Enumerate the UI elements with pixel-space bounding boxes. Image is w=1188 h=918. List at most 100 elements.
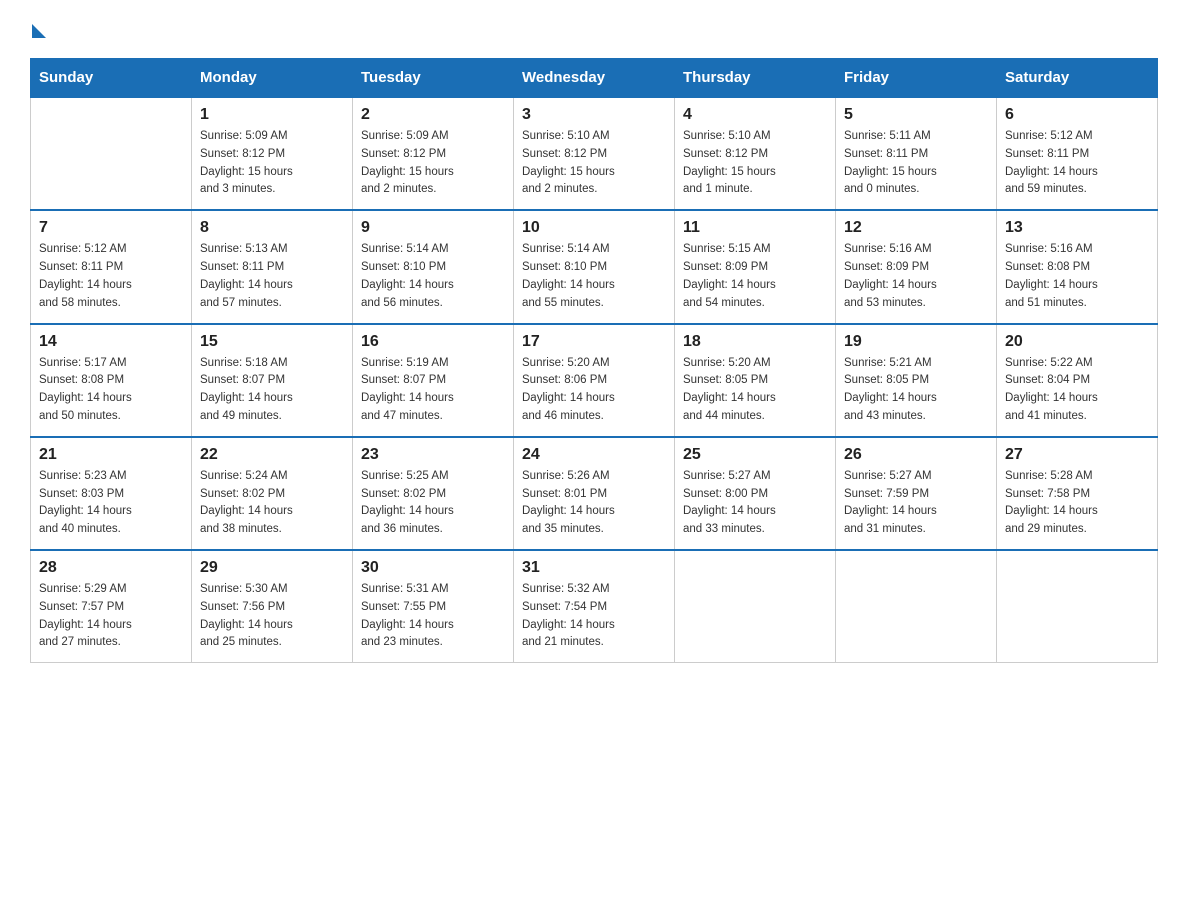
day-detail: Sunrise: 5:27 AM Sunset: 8:00 PM Dayligh…: [683, 468, 827, 539]
day-number: 12: [844, 219, 988, 237]
day-detail: Sunrise: 5:24 AM Sunset: 8:02 PM Dayligh…: [200, 468, 344, 539]
day-detail: Sunrise: 5:27 AM Sunset: 7:59 PM Dayligh…: [844, 468, 988, 539]
day-number: 11: [683, 219, 827, 237]
calendar-cell: 22 Sunrise: 5:24 AM Sunset: 8:02 PM Dayli…: [192, 437, 353, 550]
calendar-cell: 19 Sunrise: 5:21 AM Sunset: 8:05 PM Dayli…: [836, 324, 997, 437]
calendar-cell: 14 Sunrise: 5:17 AM Sunset: 8:08 PM Dayli…: [31, 324, 192, 437]
calendar-week-row: 28Sunrise: 5:29 AM Sunset: 7:57 PM Dayli…: [31, 550, 1158, 663]
day-detail: Sunrise: 5:28 AM Sunset: 7:58 PM Dayligh…: [1005, 468, 1149, 539]
calendar-cell: 29 Sunrise: 5:30 AM Sunset: 7:56 PM Dayli…: [192, 550, 353, 663]
day-number: 8: [200, 219, 344, 237]
day-number: 13: [1005, 219, 1149, 237]
calendar-cell: 2Sunrise: 5:09 AM Sunset: 8:12 PM Daylig…: [353, 97, 514, 210]
calendar-cell: 18 Sunrise: 5:20 AM Sunset: 8:05 PM Dayli…: [675, 324, 836, 437]
calendar-week-row: 7 Sunrise: 5:12 AM Sunset: 8:11 PM Daylig…: [31, 210, 1158, 323]
calendar-cell: [997, 550, 1158, 663]
calendar-cell: 30 Sunrise: 5:31 AM Sunset: 7:55 PM Dayli…: [353, 550, 514, 663]
calendar-cell: 3 Sunrise: 5:10 AM Sunset: 8:12 PM Daylig…: [514, 97, 675, 210]
calendar-cell: 10Sunrise: 5:14 AM Sunset: 8:10 PM Dayli…: [514, 210, 675, 323]
header-wednesday: Wednesday: [514, 59, 675, 98]
day-detail: Sunrise: 5:21 AM Sunset: 8:05 PM Dayligh…: [844, 355, 988, 426]
header-tuesday: Tuesday: [353, 59, 514, 98]
calendar-cell: 28Sunrise: 5:29 AM Sunset: 7:57 PM Dayli…: [31, 550, 192, 663]
calendar-cell: 6 Sunrise: 5:12 AM Sunset: 8:11 PM Daylig…: [997, 97, 1158, 210]
day-number: 19: [844, 333, 988, 351]
day-number: 31: [522, 559, 666, 577]
day-detail: Sunrise: 5:13 AM Sunset: 8:11 PM Dayligh…: [200, 241, 344, 312]
day-number: 3: [522, 106, 666, 124]
calendar-cell: 17Sunrise: 5:20 AM Sunset: 8:06 PM Dayli…: [514, 324, 675, 437]
day-number: 30: [361, 559, 505, 577]
day-detail: Sunrise: 5:19 AM Sunset: 8:07 PM Dayligh…: [361, 355, 505, 426]
day-detail: Sunrise: 5:26 AM Sunset: 8:01 PM Dayligh…: [522, 468, 666, 539]
header-friday: Friday: [836, 59, 997, 98]
day-number: 16: [361, 333, 505, 351]
header-saturday: Saturday: [997, 59, 1158, 98]
calendar-cell: 12 Sunrise: 5:16 AM Sunset: 8:09 PM Dayli…: [836, 210, 997, 323]
calendar-cell: 7 Sunrise: 5:12 AM Sunset: 8:11 PM Daylig…: [31, 210, 192, 323]
day-number: 27: [1005, 446, 1149, 464]
calendar-cell: [675, 550, 836, 663]
header-sunday: Sunday: [31, 59, 192, 98]
day-number: 5: [844, 106, 988, 124]
calendar-cell: 27 Sunrise: 5:28 AM Sunset: 7:58 PM Dayli…: [997, 437, 1158, 550]
day-detail: Sunrise: 5:10 AM Sunset: 8:12 PM Dayligh…: [522, 128, 666, 199]
day-number: 15: [200, 333, 344, 351]
day-number: 18: [683, 333, 827, 351]
day-number: 25: [683, 446, 827, 464]
day-detail: Sunrise: 5:12 AM Sunset: 8:11 PM Dayligh…: [39, 241, 183, 312]
day-number: 28: [39, 559, 183, 577]
day-detail: Sunrise: 5:09 AM Sunset: 8:12 PM Dayligh…: [361, 128, 505, 199]
calendar-cell: [31, 97, 192, 210]
day-number: 4: [683, 106, 827, 124]
day-detail: Sunrise: 5:11 AM Sunset: 8:11 PM Dayligh…: [844, 128, 988, 199]
day-detail: Sunrise: 5:22 AM Sunset: 8:04 PM Dayligh…: [1005, 355, 1149, 426]
day-number: 7: [39, 219, 183, 237]
day-detail: Sunrise: 5:30 AM Sunset: 7:56 PM Dayligh…: [200, 581, 344, 652]
calendar-cell: 21 Sunrise: 5:23 AM Sunset: 8:03 PM Dayli…: [31, 437, 192, 550]
calendar-cell: 9 Sunrise: 5:14 AM Sunset: 8:10 PM Daylig…: [353, 210, 514, 323]
day-number: 14: [39, 333, 183, 351]
logo: [30, 20, 46, 38]
day-detail: Sunrise: 5:14 AM Sunset: 8:10 PM Dayligh…: [361, 241, 505, 312]
day-detail: Sunrise: 5:20 AM Sunset: 8:06 PM Dayligh…: [522, 355, 666, 426]
calendar-cell: 8 Sunrise: 5:13 AM Sunset: 8:11 PM Daylig…: [192, 210, 353, 323]
day-detail: Sunrise: 5:23 AM Sunset: 8:03 PM Dayligh…: [39, 468, 183, 539]
day-detail: Sunrise: 5:15 AM Sunset: 8:09 PM Dayligh…: [683, 241, 827, 312]
day-number: 24: [522, 446, 666, 464]
page-header: [30, 20, 1158, 38]
calendar-cell: 1Sunrise: 5:09 AM Sunset: 8:12 PM Daylig…: [192, 97, 353, 210]
day-number: 22: [200, 446, 344, 464]
day-detail: Sunrise: 5:12 AM Sunset: 8:11 PM Dayligh…: [1005, 128, 1149, 199]
calendar-cell: 23Sunrise: 5:25 AM Sunset: 8:02 PM Dayli…: [353, 437, 514, 550]
calendar-cell: 24 Sunrise: 5:26 AM Sunset: 8:01 PM Dayli…: [514, 437, 675, 550]
day-detail: Sunrise: 5:31 AM Sunset: 7:55 PM Dayligh…: [361, 581, 505, 652]
calendar-cell: 11 Sunrise: 5:15 AM Sunset: 8:09 PM Dayli…: [675, 210, 836, 323]
day-number: 26: [844, 446, 988, 464]
day-number: 29: [200, 559, 344, 577]
day-detail: Sunrise: 5:20 AM Sunset: 8:05 PM Dayligh…: [683, 355, 827, 426]
day-number: 10: [522, 219, 666, 237]
day-detail: Sunrise: 5:17 AM Sunset: 8:08 PM Dayligh…: [39, 355, 183, 426]
calendar-cell: 26 Sunrise: 5:27 AM Sunset: 7:59 PM Dayli…: [836, 437, 997, 550]
day-detail: Sunrise: 5:09 AM Sunset: 8:12 PM Dayligh…: [200, 128, 344, 199]
calendar-cell: [836, 550, 997, 663]
day-detail: Sunrise: 5:16 AM Sunset: 8:08 PM Dayligh…: [1005, 241, 1149, 312]
calendar-cell: 13 Sunrise: 5:16 AM Sunset: 8:08 PM Dayli…: [997, 210, 1158, 323]
day-detail: Sunrise: 5:18 AM Sunset: 8:07 PM Dayligh…: [200, 355, 344, 426]
calendar-table: Sunday Monday Tuesday Wednesday Thursday…: [30, 58, 1158, 663]
day-number: 6: [1005, 106, 1149, 124]
day-number: 20: [1005, 333, 1149, 351]
calendar-cell: 31 Sunrise: 5:32 AM Sunset: 7:54 PM Dayli…: [514, 550, 675, 663]
calendar-week-row: 21 Sunrise: 5:23 AM Sunset: 8:03 PM Dayli…: [31, 437, 1158, 550]
calendar-cell: 5 Sunrise: 5:11 AM Sunset: 8:11 PM Daylig…: [836, 97, 997, 210]
day-detail: Sunrise: 5:32 AM Sunset: 7:54 PM Dayligh…: [522, 581, 666, 652]
day-number: 9: [361, 219, 505, 237]
calendar-cell: 15 Sunrise: 5:18 AM Sunset: 8:07 PM Dayli…: [192, 324, 353, 437]
header-thursday: Thursday: [675, 59, 836, 98]
calendar-cell: 16 Sunrise: 5:19 AM Sunset: 8:07 PM Dayli…: [353, 324, 514, 437]
calendar-week-row: 14 Sunrise: 5:17 AM Sunset: 8:08 PM Dayli…: [31, 324, 1158, 437]
day-number: 21: [39, 446, 183, 464]
logo-arrow-icon: [32, 24, 46, 38]
day-detail: Sunrise: 5:16 AM Sunset: 8:09 PM Dayligh…: [844, 241, 988, 312]
